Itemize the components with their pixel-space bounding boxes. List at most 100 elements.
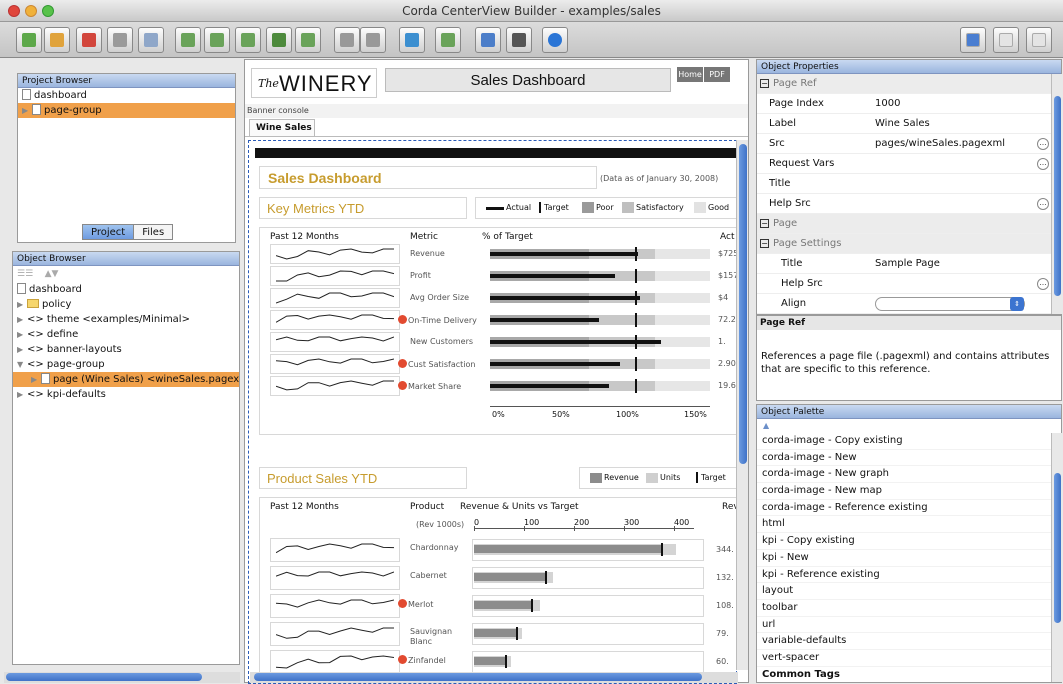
palette-item[interactable]: corda-image - New: [757, 450, 1061, 467]
property-row[interactable]: Label Wine Sales: [757, 114, 1061, 134]
ellipsis-button-icon[interactable]: …: [1037, 198, 1049, 210]
palette-item[interactable]: layout: [757, 583, 1061, 600]
scroll-thumb[interactable]: [1054, 96, 1061, 296]
property-row[interactable]: Title Sample Page: [757, 254, 1061, 274]
object-browser-hscroll[interactable]: [4, 672, 240, 683]
image-button[interactable]: [295, 27, 321, 53]
palette-item[interactable]: toolbar: [757, 600, 1061, 617]
new-page-button[interactable]: [175, 27, 201, 53]
disclosure-triangle-icon[interactable]: ▶: [17, 297, 27, 312]
canvas-hscroll[interactable]: [250, 672, 738, 683]
minimize-window-icon[interactable]: [25, 5, 37, 17]
property-row[interactable]: Title: [757, 174, 1061, 194]
property-row[interactable]: Align ⇕: [757, 294, 1061, 314]
object-tree-item[interactable]: ▶ <> kpi-defaults: [13, 387, 239, 402]
property-row[interactable]: Request Vars…: [757, 154, 1061, 174]
property-value[interactable]: pages/wineSales.pagexml: [875, 134, 1005, 154]
palette-item[interactable]: kpi - Copy existing: [757, 533, 1061, 550]
export-button[interactable]: [506, 27, 532, 53]
help-button[interactable]: [542, 27, 568, 53]
zoom-window-icon[interactable]: [42, 5, 54, 17]
disclosure-triangle-icon[interactable]: ▶: [17, 387, 27, 402]
kpi-metric-label: Cust Satisfaction: [398, 359, 475, 369]
tab-files[interactable]: Files: [134, 224, 174, 240]
close-window-icon[interactable]: [8, 5, 20, 17]
project-item-page-group[interactable]: ▶ page-group: [18, 103, 235, 118]
palette-vscroll[interactable]: [1051, 433, 1062, 682]
table-button[interactable]: [235, 27, 261, 53]
disclosure-triangle-icon[interactable]: ▶: [17, 312, 27, 327]
copy-button[interactable]: [204, 27, 230, 53]
tab-project[interactable]: Project: [82, 224, 135, 240]
palette-item[interactable]: variable-defaults: [757, 633, 1061, 650]
filter-button[interactable]: [266, 27, 292, 53]
property-value[interactable]: 1000: [875, 94, 900, 114]
disclosure-triangle-icon[interactable]: ▼: [17, 357, 27, 372]
sparkline-path: [276, 655, 394, 669]
scroll-thumb[interactable]: [1054, 473, 1061, 623]
redo-button[interactable]: [360, 27, 386, 53]
properties-vscroll[interactable]: [1051, 74, 1062, 314]
refresh-button[interactable]: [399, 27, 425, 53]
palette-item[interactable]: kpi - New: [757, 550, 1061, 567]
object-tree-item[interactable]: ▶ page (Wine Sales) <wineSales.pagexm: [13, 372, 239, 387]
palette-item[interactable]: corda-image - Copy existing: [757, 433, 1061, 450]
property-row[interactable]: Help Src…: [757, 274, 1061, 294]
align-select[interactable]: ⇕: [875, 297, 1025, 311]
palette-item[interactable]: corda-image - Reference existing: [757, 500, 1061, 517]
ellipsis-button-icon[interactable]: …: [1037, 158, 1049, 170]
scroll-thumb[interactable]: [6, 673, 202, 681]
collapse-group-icon[interactable]: −: [760, 239, 769, 248]
save-button[interactable]: [107, 27, 133, 53]
project-item-dashboard[interactable]: dashboard: [18, 88, 235, 103]
page-button[interactable]: [435, 27, 461, 53]
disclosure-triangle-icon[interactable]: ▶: [22, 103, 32, 118]
property-value[interactable]: Sample Page: [875, 254, 940, 274]
home-button[interactable]: Home: [677, 67, 703, 82]
undo-button[interactable]: [334, 27, 360, 53]
object-tree-item[interactable]: ▶ <> theme <examples/Minimal>: [13, 312, 239, 327]
object-tree-item[interactable]: ▶ policy: [13, 297, 239, 312]
palette-item[interactable]: Common Tags: [757, 667, 1061, 681]
chart-view-button[interactable]: [993, 27, 1019, 53]
layout-button[interactable]: [475, 27, 501, 53]
disclosure-triangle-icon[interactable]: ▶: [17, 342, 27, 357]
ellipsis-button-icon[interactable]: …: [1037, 278, 1049, 290]
palette-item[interactable]: vert-spacer: [757, 650, 1061, 667]
palette-item[interactable]: corda-image - New map: [757, 483, 1061, 500]
object-tree-item[interactable]: dashboard: [13, 282, 239, 297]
scroll-thumb[interactable]: [739, 144, 747, 464]
object-tree-item[interactable]: ▶ <> define: [13, 327, 239, 342]
ellipsis-button-icon[interactable]: …: [1037, 138, 1049, 150]
collapse-group-icon[interactable]: −: [760, 79, 769, 88]
property-row[interactable]: Help Src…: [757, 194, 1061, 214]
property-row[interactable]: Page Index 1000: [757, 94, 1061, 114]
disclosure-triangle-icon[interactable]: ▶: [17, 327, 27, 342]
palette-item[interactable]: html: [757, 516, 1061, 534]
code-view-button[interactable]: [1026, 27, 1052, 53]
delete-button[interactable]: [76, 27, 102, 53]
image-icon: [301, 33, 315, 47]
kpi-col-actual: Act: [720, 232, 735, 242]
move-up-down-icon[interactable]: ▲▼: [45, 269, 59, 279]
canvas-vscroll[interactable]: [736, 140, 748, 670]
grid-view-button[interactable]: [960, 27, 986, 53]
expand-all-icon[interactable]: ☰☰: [17, 269, 33, 279]
tab-wine-sales[interactable]: Wine Sales: [249, 119, 315, 136]
preview-button[interactable]: [138, 27, 164, 53]
document-icon: [22, 89, 31, 100]
property-row[interactable]: Src pages/wineSales.pagexml…: [757, 134, 1061, 154]
disclosure-triangle-icon[interactable]: ▶: [31, 372, 41, 387]
palette-item[interactable]: kpi - Reference existing: [757, 567, 1061, 584]
home-button[interactable]: [44, 27, 70, 53]
pdf-button[interactable]: PDF: [704, 67, 730, 82]
property-value[interactable]: Wine Sales: [875, 114, 930, 134]
palette-item[interactable]: url: [757, 617, 1061, 634]
scroll-thumb[interactable]: [254, 673, 702, 681]
add-button[interactable]: [16, 27, 42, 53]
palette-item[interactable]: corda-image - New graph: [757, 466, 1061, 484]
object-tree-item[interactable]: ▶ <> banner-layouts: [13, 342, 239, 357]
palette-collapse-icon[interactable]: ▲: [757, 419, 1061, 433]
object-tree-item[interactable]: ▼ <> page-group: [13, 357, 239, 372]
collapse-group-icon[interactable]: −: [760, 219, 769, 228]
